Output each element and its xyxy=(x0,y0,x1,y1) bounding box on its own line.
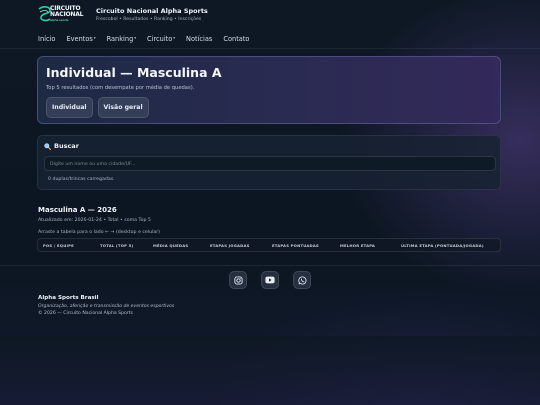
scroll-hint: Arraste a tabela para o lado ← → (deskto… xyxy=(38,230,160,235)
chevron-down-icon: ▾ xyxy=(93,36,96,40)
main-nav: Início Eventos▾ Ranking▾ Circuito▾ Notíc… xyxy=(0,30,540,49)
nav-ranking[interactable]: Ranking▾ xyxy=(107,35,136,43)
ranking-table-header[interactable]: POS / EQUIPE TOTAL (TOP 5) MÉDIA QUEDAS … xyxy=(37,238,501,252)
footer-divider xyxy=(0,265,540,266)
page-title: Individual — Masculina A xyxy=(46,65,222,80)
instagram-icon[interactable] xyxy=(229,271,247,289)
col-etapas-jogadas[interactable]: ETAPAS JOGADAS xyxy=(210,243,250,248)
col-ultima-etapa[interactable]: ÚLTIMA ETAPA (PONTUADA/JOGADA) xyxy=(401,243,484,248)
search-input[interactable]: Digite um nome ou uma cidade/UF... xyxy=(44,156,496,171)
col-total[interactable]: TOTAL (TOP 5) xyxy=(100,243,133,248)
nav-noticias[interactable]: Notícias xyxy=(186,35,212,43)
loaded-count-text: 0 duplas/trincas carregadas. xyxy=(48,177,115,182)
footer-description: Organização, aferição e transmissão de e… xyxy=(38,304,175,309)
hero-card: Individual — Masculina A Top 5 resultado… xyxy=(37,56,501,124)
chevron-down-icon: ▾ xyxy=(134,36,137,40)
col-melhor-etapa[interactable]: MELHOR ETAPA xyxy=(340,243,375,248)
search-icon xyxy=(44,143,51,150)
nav-inicio[interactable]: Início xyxy=(38,35,55,43)
brand-subtitle: Frescobol • Resultados • Ranking • Inscr… xyxy=(96,17,202,22)
bottom-area xyxy=(0,336,540,405)
chevron-down-icon: ▾ xyxy=(173,36,176,40)
page-subtitle: Top 5 resultados (com desempate por médi… xyxy=(46,85,195,91)
ranking-title: Masculina A — 2026 xyxy=(38,206,117,214)
search-heading: Buscar xyxy=(44,142,494,151)
whatsapp-icon[interactable] xyxy=(293,271,311,289)
col-etapas-pontuadas[interactable]: ETAPAS PONTUADAS xyxy=(272,243,319,248)
logo-line3: alpha sports xyxy=(50,18,69,22)
footer-company-name: Alpha Sports Brasil xyxy=(38,295,99,301)
site-logo[interactable]: CIRCUITO NACIONAL alpha sports xyxy=(38,4,90,26)
nav-circuito[interactable]: Circuito▾ xyxy=(147,35,175,43)
updated-text: Atualizado em: 2026-01-24 • Total • soma… xyxy=(38,218,151,223)
brand-title: Circuito Nacional Alpha Sports xyxy=(96,7,208,15)
site-header: CIRCUITO NACIONAL alpha sports Circuito … xyxy=(0,0,540,30)
col-media-quedas[interactable]: MÉDIA QUEDAS xyxy=(153,243,188,248)
individual-button[interactable]: Individual xyxy=(46,97,93,118)
nav-eventos[interactable]: Eventos▾ xyxy=(66,35,95,43)
search-card: Buscar Digite um nome ou uma cidade/UF..… xyxy=(37,135,501,190)
footer-copyright: © 2026 — Circuito Nacional Alpha Sports xyxy=(38,311,133,316)
brand-block: Circuito Nacional Alpha Sports Frescobol… xyxy=(96,7,208,23)
overview-button[interactable]: Visão geral xyxy=(97,97,149,118)
youtube-icon[interactable] xyxy=(261,271,279,289)
nav-contato[interactable]: Contato xyxy=(223,35,249,43)
col-pos-equipe[interactable]: POS / EQUIPE xyxy=(43,243,74,248)
